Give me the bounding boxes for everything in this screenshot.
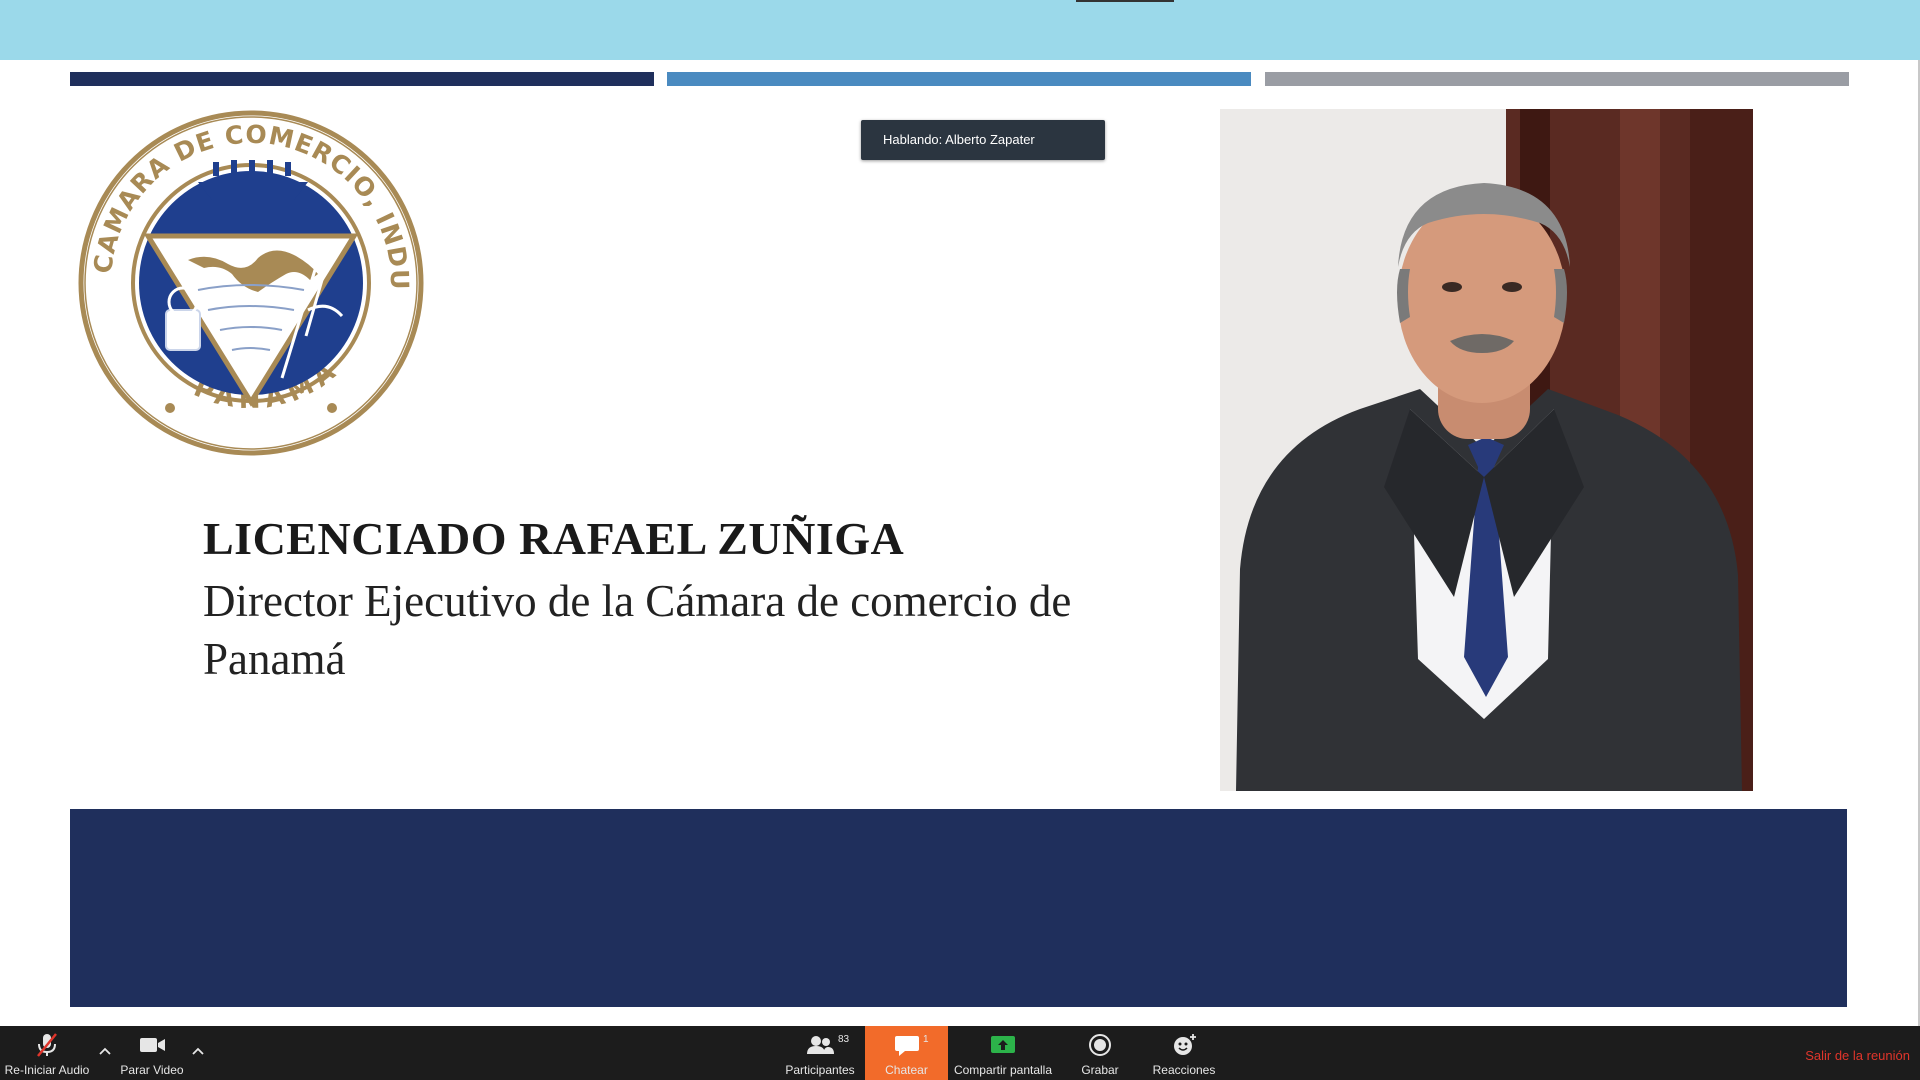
meeting-toolbar: Re-Iniciar Audio Parar Video 83 Particip…	[0, 1026, 1920, 1080]
video-button[interactable]: Parar Video	[112, 1026, 192, 1080]
audio-options-chevron-up-icon[interactable]	[97, 1044, 113, 1058]
reaction-smiley-icon	[1174, 1034, 1196, 1055]
participants-button-label: Participantes	[785, 1063, 855, 1077]
top-bar	[0, 0, 1920, 60]
chat-button-label: Chatear	[885, 1063, 928, 1077]
reactions-button[interactable]: Reacciones	[1140, 1026, 1228, 1080]
participants-icon	[807, 1036, 834, 1054]
video-options-chevron-up-icon[interactable]	[190, 1044, 206, 1058]
muted-microphone-icon	[37, 1033, 57, 1057]
share-screen-button-label: Compartir pantalla	[953, 1063, 1053, 1077]
chat-bubble-icon	[894, 1036, 919, 1056]
slide-subtitle: Director Ejecutivo de la Cámara de comer…	[203, 576, 1072, 684]
record-button-label: Grabar	[1081, 1063, 1119, 1077]
share-screen-icon	[991, 1036, 1015, 1053]
video-button-label: Parar Video	[120, 1063, 184, 1077]
slide-title: LICENCIADO RAFAEL ZUÑIGA	[203, 513, 905, 564]
stripe-blue	[667, 72, 1251, 86]
shared-slide: CAMARA DE COMERCIO, INDUSTRIAS Y AGRICUL…	[0, 60, 1918, 1026]
record-icon	[1089, 1034, 1111, 1056]
active-speaker-label: Hablando: Alberto Zapater	[861, 120, 1105, 160]
chat-unread-badge: 1	[923, 1034, 929, 1045]
leave-meeting-button[interactable]: Salir de la reunión	[1805, 1048, 1910, 1063]
reactions-button-label: Reacciones	[1152, 1063, 1216, 1077]
record-button[interactable]: Grabar	[1064, 1026, 1136, 1080]
participants-button[interactable]: 83 Participantes	[780, 1026, 860, 1080]
chat-button[interactable]: 1 Chatear	[865, 1026, 948, 1080]
audio-button-label: Re-Iniciar Audio	[4, 1063, 90, 1077]
audio-button[interactable]: Re-Iniciar Audio	[0, 1026, 94, 1080]
chamber-logo: CAMARA DE COMERCIO, INDUSTRIAS Y AGRICUL…	[78, 110, 424, 456]
speaker-photo	[1220, 109, 1753, 791]
share-screen-button[interactable]: Compartir pantalla	[950, 1026, 1056, 1080]
slide-footer-band	[70, 809, 1847, 1007]
stripe-gray	[1265, 72, 1849, 86]
top-bar-handle[interactable]	[1076, 0, 1174, 2]
participants-count: 83	[838, 1034, 850, 1045]
stripe-navy	[70, 72, 654, 86]
video-camera-icon	[140, 1038, 165, 1052]
